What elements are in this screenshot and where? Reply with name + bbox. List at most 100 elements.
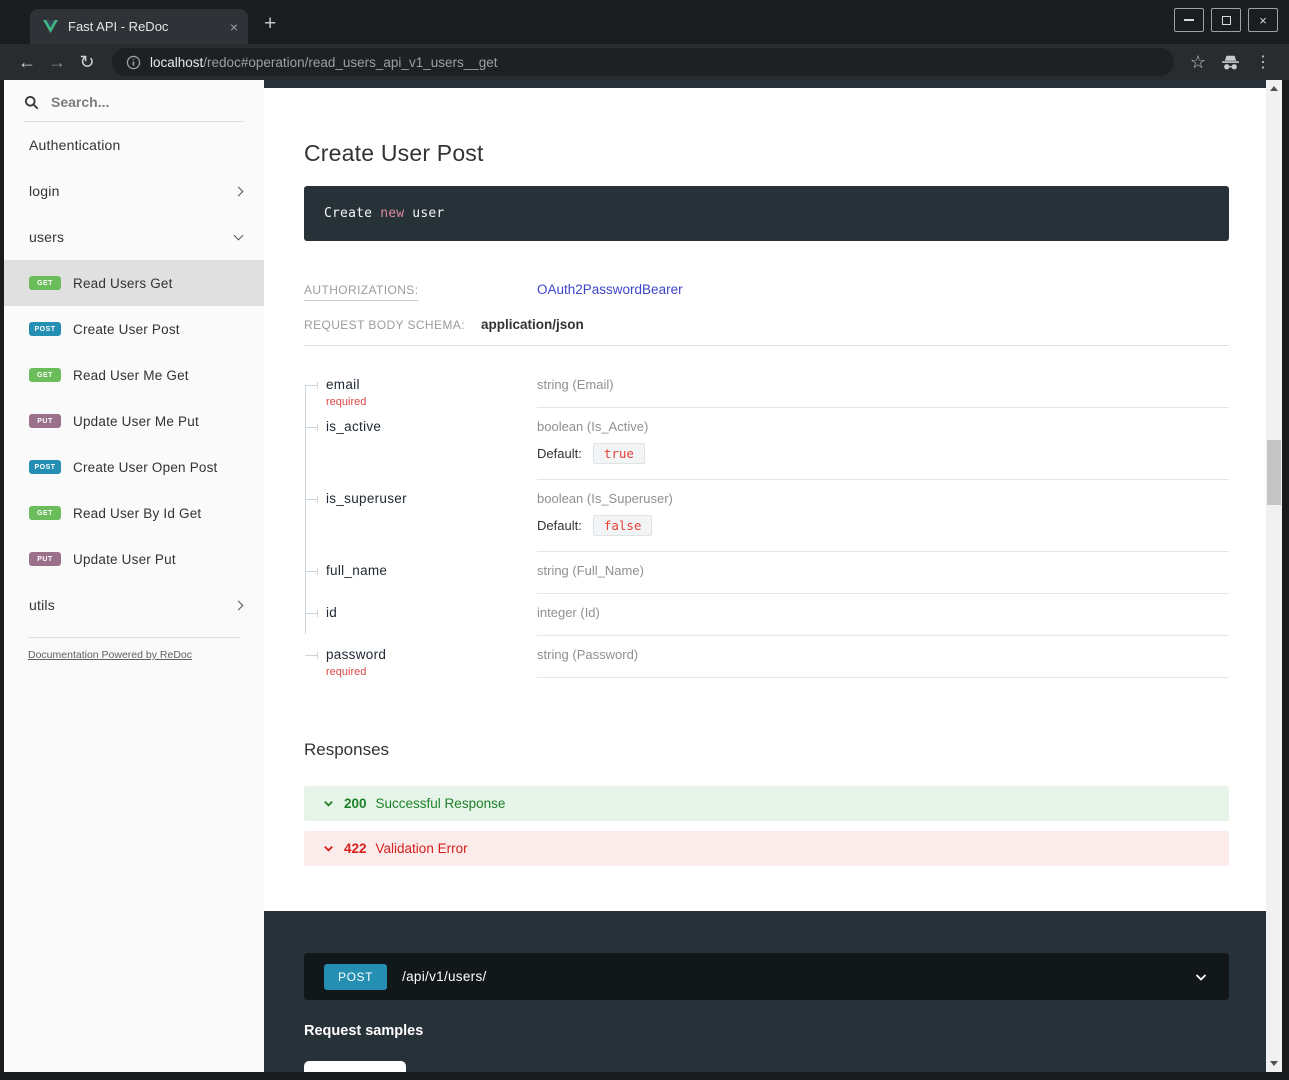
sidebar-item-label: Create User Open Post	[73, 460, 218, 475]
responses-title: Responses	[304, 740, 1229, 760]
field-value-col: string (Full_Name)	[537, 552, 1229, 594]
request-body-media-type: application/json	[481, 317, 584, 332]
page-content: Search... AuthenticationloginusersGETRea…	[0, 80, 1289, 1080]
default-label: Default:	[537, 518, 582, 533]
back-icon[interactable]: ←	[12, 52, 42, 73]
sidebar-item-read-user-by-id-get[interactable]: GETRead User By Id Get	[4, 490, 264, 536]
field-type: string (Password)	[537, 647, 1229, 662]
sidebar-item-label: users	[29, 229, 64, 245]
incognito-icon	[1220, 54, 1241, 71]
default-value-chip: false	[593, 515, 653, 536]
browser-menu-icon[interactable]: ⋮	[1255, 52, 1271, 72]
scroll-down-arrow[interactable]	[1266, 1056, 1282, 1071]
scroll-up-arrow[interactable]	[1266, 81, 1282, 96]
method-badge-post: POST	[29, 322, 61, 336]
sidebar-item-label: Read User Me Get	[73, 368, 189, 383]
field-name-col: password required	[326, 636, 537, 678]
authorizations-row: AUTHORIZATIONS: OAuth2PasswordBearer	[304, 281, 1229, 299]
field-required-flag: required	[326, 396, 537, 408]
method-badge-get: GET	[29, 276, 61, 290]
schema-row-is_active: is_activeboolean (Is_Active)Default:true	[304, 408, 1229, 480]
browser-tab-bar: Fast API - ReDoc × + ×	[0, 0, 1289, 44]
method-badge-get: GET	[29, 368, 61, 382]
field-type: boolean (Is_Superuser)	[537, 491, 1229, 506]
field-name[interactable]: is_superuser	[326, 491, 537, 506]
sidebar-item-authentication[interactable]: Authentication	[4, 122, 264, 168]
search-icon	[24, 95, 39, 110]
forward-icon[interactable]: →	[42, 52, 72, 73]
sidebar-item-update-user-put[interactable]: PUTUpdate User Put	[4, 536, 264, 582]
new-tab-button[interactable]: +	[264, 13, 276, 34]
response-row-422[interactable]: 422 Validation Error	[304, 831, 1229, 866]
main-panel: Create User Post Create new user AUTHORI…	[264, 80, 1266, 1072]
chevron-down-icon	[322, 797, 335, 810]
sidebar: Search... AuthenticationloginusersGETRea…	[4, 80, 264, 1072]
field-name[interactable]: id	[326, 605, 537, 620]
request-body-schema-label: REQUEST BODY SCHEMA:	[304, 318, 465, 332]
sidebar-item-label: Update User Me Put	[73, 414, 199, 429]
site-info-icon[interactable]	[126, 55, 141, 70]
sidebar-item-update-user-me-put[interactable]: PUTUpdate User Me Put	[4, 398, 264, 444]
field-name[interactable]: is_active	[326, 419, 537, 434]
sidebar-item-label: Create User Post	[73, 322, 180, 337]
field-required-flag: required	[326, 666, 537, 678]
response-row-200[interactable]: 200Successful Response	[304, 786, 1229, 821]
sidebar-item-users[interactable]: users	[4, 214, 264, 260]
sidebar-item-create-user-post[interactable]: POST Create User Post	[4, 306, 264, 352]
responses-list: 200Successful Response 422 Validation Erro…	[304, 786, 1229, 866]
request-samples-title: Request samples	[304, 1023, 1229, 1039]
sidebar-item-login[interactable]: login	[4, 168, 264, 214]
field-name[interactable]: full_name	[326, 563, 537, 578]
schema-row-is_superuser: is_superuserboolean (Is_Superuser) Defaul…	[304, 480, 1229, 552]
field-name-col: is_superuser	[326, 480, 537, 552]
sidebar-item-utils[interactable]: utils	[4, 582, 264, 628]
chevron-right-icon	[234, 186, 244, 196]
sidebar-item-label: Authentication	[29, 137, 121, 153]
close-window-button[interactable]: ×	[1248, 8, 1278, 32]
field-value-col: boolean (Is_Active)Default:true	[537, 408, 1229, 480]
request-body-schema-row: REQUEST BODY SCHEMA: application/json	[304, 317, 1229, 346]
tab-close-icon[interactable]: ×	[230, 20, 238, 34]
window-controls: ×	[1174, 8, 1278, 32]
powered-by-redoc-link[interactable]: Documentation Powered by ReDoc	[28, 649, 192, 661]
browser-window: Fast API - ReDoc × + × ← → ↻ localhost/r…	[0, 0, 1289, 1080]
field-name[interactable]: email	[326, 377, 537, 392]
chevron-down-icon	[1193, 969, 1209, 985]
field-type: boolean (Is_Active)	[537, 419, 1229, 434]
sidebar-item-create-user-open-post[interactable]: POST Create User Open Post	[4, 444, 264, 490]
maximize-button[interactable]	[1211, 8, 1241, 32]
sidebar-item-label: login	[29, 183, 60, 199]
minimize-button[interactable]	[1174, 8, 1204, 32]
description-text: Create	[324, 206, 380, 221]
url-path: /redoc#operation/read_users_api_v1_users…	[203, 55, 497, 70]
sample-tab-payload[interactable]: Payload	[304, 1061, 406, 1080]
browser-tab[interactable]: Fast API - ReDoc ×	[30, 9, 248, 44]
method-badge-post: POST	[29, 460, 61, 474]
tab-favicon	[43, 20, 58, 33]
response-label: Successful Response	[376, 796, 506, 811]
endpoint-path: /api/v1/users/	[402, 969, 487, 984]
tab-title: Fast API - ReDoc	[68, 19, 220, 34]
field-value-col: string (Password)	[537, 636, 1229, 678]
scrollbar-thumb[interactable]	[1267, 440, 1281, 505]
sidebar-divider	[28, 637, 240, 638]
field-name-col: email required	[326, 366, 537, 408]
oauth2-password-bearer-link[interactable]: OAuth2PasswordBearer	[537, 282, 683, 297]
sidebar-item-read-user-me-get[interactable]: GET Read User Me Get	[4, 352, 264, 398]
reload-icon[interactable]: ↻	[72, 52, 102, 73]
endpoint-dropdown[interactable]: POST /api/v1/users/	[304, 953, 1229, 1000]
response-code: 422	[344, 841, 367, 856]
field-name[interactable]: password	[326, 647, 537, 662]
response-label: Validation Error	[376, 841, 468, 856]
bookmark-star-icon[interactable]: ☆	[1190, 52, 1206, 73]
search-input[interactable]: Search...	[24, 94, 244, 122]
schema-row-password: password requiredstring (Password)	[304, 636, 1229, 678]
default-label: Default:	[537, 446, 582, 461]
operation-doc: Create User Post Create new user AUTHORI…	[264, 88, 1266, 866]
address-bar[interactable]: localhost/redoc#operation/read_users_api…	[112, 48, 1174, 76]
vertical-scrollbar[interactable]	[1266, 80, 1282, 1072]
sidebar-item-read-users-get[interactable]: GETRead Users Get	[4, 260, 264, 306]
schema-row-id: idinteger (Id)	[304, 594, 1229, 636]
field-type: string (Full_Name)	[537, 563, 1229, 578]
toolbar-actions: ☆ ⋮	[1184, 52, 1277, 73]
